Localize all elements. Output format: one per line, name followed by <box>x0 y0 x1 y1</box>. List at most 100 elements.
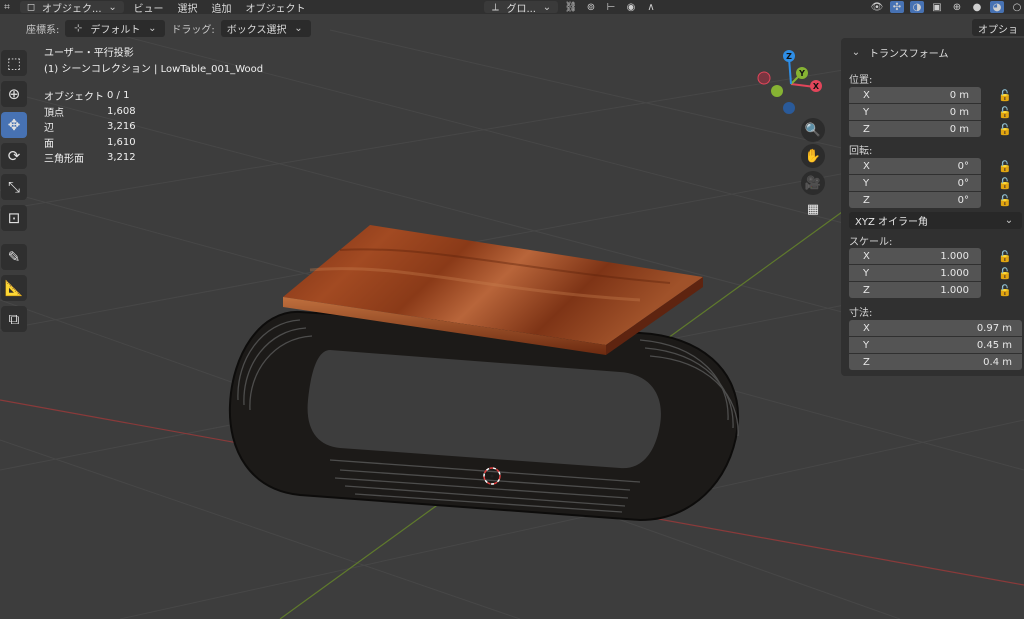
menu-view[interactable]: ビュー <box>130 0 168 15</box>
navigation-gizmo[interactable]: Z Y X <box>748 44 834 118</box>
rotation-mode-dropdown[interactable]: XYZ オイラー角 ⌄ <box>849 212 1022 229</box>
cursor-tool-icon[interactable]: ⊕ <box>1 81 27 107</box>
scale-tool-icon[interactable]: ⤡ <box>1 174 27 200</box>
header-bar: ⌗ ◻ オブジェク... ⌄ ビュー 選択 追加 オブジェクト ⟂ グロ... … <box>0 0 1024 14</box>
grid-view-icon[interactable]: ▦ <box>801 197 825 221</box>
material-shading-icon[interactable]: ◕ <box>990 1 1004 13</box>
rotation-mode-value: XYZ オイラー角 <box>855 217 928 228</box>
overlay-toggle-icon[interactable]: ◑ <box>910 1 924 13</box>
coord-system-label: 座標系: <box>26 24 60 36</box>
camera-icon[interactable]: 🎥 <box>801 171 825 195</box>
scale-z-field[interactable]: Z 1.000 <box>849 282 981 298</box>
field-value: 0° <box>957 160 969 172</box>
proportional-edit-icon[interactable]: ◉ <box>624 1 638 13</box>
axis-label: Z <box>863 194 870 206</box>
axis-label: Y <box>863 177 870 189</box>
gizmo-y-label: Y <box>798 69 805 78</box>
location-label: 位置: <box>849 75 873 86</box>
menu-add[interactable]: 追加 <box>208 0 236 15</box>
orientation-dropdown[interactable]: ⟂ グロ... ⌄ <box>484 1 558 15</box>
axis-label: Z <box>863 123 870 135</box>
snap-increment-icon[interactable]: ⊢ <box>604 1 618 13</box>
scale-y-field[interactable]: Y 1.000 <box>849 265 981 281</box>
lock-icon[interactable]: 🔓 <box>998 193 1012 207</box>
axis-label: X <box>863 250 870 262</box>
stat-row: 頂点 1,608 <box>44 104 136 120</box>
transform-orientation-icon: ⊹ <box>74 22 83 34</box>
move-tool-icon[interactable]: ✥ <box>1 112 27 138</box>
stat-row: オブジェクト 0 / 1 <box>44 88 136 104</box>
gizmo-x-label: X <box>813 82 820 91</box>
drag-value: ボックス選択 <box>226 24 287 36</box>
location-z-field[interactable]: Z 0 m <box>849 121 981 137</box>
stat-value: 3,216 <box>107 121 136 133</box>
editor-type-icon[interactable]: ⌗ <box>0 1 14 13</box>
mode-dropdown[interactable]: ◻ オブジェク... ⌄ <box>20 1 124 14</box>
stat-value: 1,608 <box>107 105 136 117</box>
snap-icon[interactable]: ⊚ <box>584 1 598 13</box>
chevron-down-icon: ⌄ <box>851 47 861 58</box>
xray-icon[interactable]: ▣ <box>930 1 944 13</box>
drag-dropdown[interactable]: ボックス選択 ⌄ <box>220 19 312 37</box>
options-button[interactable]: オプショ <box>972 19 1024 36</box>
transform-tool-icon[interactable]: ⊡ <box>1 205 27 231</box>
falloff-icon[interactable]: ∧ <box>644 1 658 13</box>
field-value: 0.4 m <box>983 356 1012 368</box>
location-y-field[interactable]: Y 0 m <box>849 104 981 120</box>
gizmo-neg-x[interactable] <box>757 71 771 85</box>
rotation-z-field[interactable]: Z 0° <box>849 192 981 208</box>
measure-tool-icon[interactable]: 📐 <box>1 275 27 301</box>
transform-title: トランスフォーム <box>869 49 949 60</box>
menu-select[interactable]: 選択 <box>174 0 202 15</box>
pivot-icon[interactable]: ⛓ <box>564 1 578 13</box>
annotate-tool-icon[interactable]: ✎ <box>1 244 27 270</box>
menu-object[interactable]: オブジェクト <box>242 0 310 15</box>
dimension-x-field[interactable]: X 0.97 m <box>849 320 1022 336</box>
location-x-field[interactable]: X 0 m <box>849 87 981 103</box>
stat-row: 三角形面 3,212 <box>44 150 136 166</box>
collection-line: (1) シーンコレクション | LowTable_001_Wood <box>44 64 264 75</box>
lock-icon[interactable]: 🔓 <box>998 266 1012 280</box>
dimension-z-field[interactable]: Z 0.4 m <box>849 354 1022 370</box>
rotation-x-field[interactable]: X 0° <box>849 158 981 174</box>
gizmo-toggle-icon[interactable]: ✣ <box>890 1 904 13</box>
stat-value: 0 / 1 <box>107 90 130 102</box>
coord-system-dropdown[interactable]: ⊹ デフォルト ⌄ <box>65 19 166 37</box>
solid-shading-icon[interactable]: ● <box>970 1 984 13</box>
global-axes-icon: ⟂ <box>492 1 499 13</box>
rotation-label: 回転: <box>849 146 873 157</box>
stat-label: 面 <box>44 138 54 150</box>
zoom-icon[interactable]: 🔍 <box>801 118 825 142</box>
drag-label: ドラッグ: <box>171 24 215 36</box>
rendered-shading-icon[interactable]: ○ <box>1010 1 1024 13</box>
field-value: 0 m <box>949 106 969 118</box>
lock-icon[interactable]: 🔓 <box>998 176 1012 190</box>
pan-hand-icon[interactable]: ✋ <box>801 144 825 168</box>
tool-settings-bar: 座標系: ⊹ デフォルト ⌄ ドラッグ: ボックス選択 ⌄ <box>0 18 1024 38</box>
rotation-y-field[interactable]: Y 0° <box>849 175 981 191</box>
select-box-tool-icon[interactable]: ⬚ <box>1 50 27 76</box>
stat-label: 頂点 <box>44 107 64 119</box>
lock-icon[interactable]: 🔓 <box>998 159 1012 173</box>
field-value: 1.000 <box>940 250 969 262</box>
gizmo-neg-y[interactable] <box>771 85 783 97</box>
dimensions-label: 寸法: <box>849 308 873 319</box>
lock-icon[interactable]: 🔓 <box>998 249 1012 263</box>
axis-label: Z <box>863 284 870 296</box>
transform-header[interactable]: ⌄ トランスフォーム <box>849 45 949 60</box>
lock-icon[interactable]: 🔓 <box>998 88 1012 102</box>
gizmo-neg-z[interactable] <box>783 102 795 114</box>
visibility-icon[interactable]: 👁 <box>870 1 884 13</box>
dimension-y-field[interactable]: Y 0.45 m <box>849 337 1022 353</box>
rotate-tool-icon[interactable]: ⟳ <box>1 143 27 169</box>
add-cube-tool-icon[interactable]: ⧉ <box>1 306 27 332</box>
lock-icon[interactable]: 🔓 <box>998 105 1012 119</box>
orientation-label: グロ... <box>506 3 536 15</box>
lock-icon[interactable]: 🔓 <box>998 283 1012 297</box>
field-value: 1.000 <box>940 284 969 296</box>
scale-x-field[interactable]: X 1.000 <box>849 248 981 264</box>
axis-label: Z <box>863 356 870 368</box>
wireframe-shading-icon[interactable]: ⊕ <box>950 1 964 13</box>
lock-icon[interactable]: 🔓 <box>998 122 1012 136</box>
object-mode-icon: ◻ <box>26 1 36 13</box>
